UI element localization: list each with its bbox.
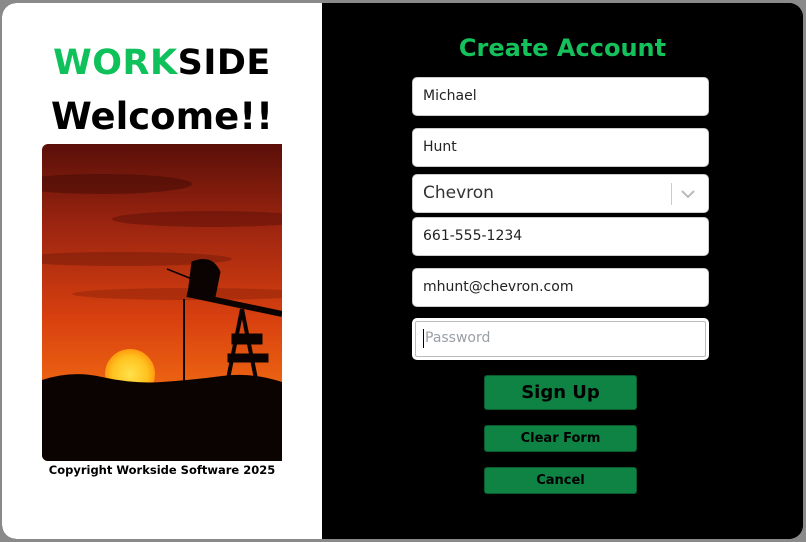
text-cursor xyxy=(423,329,424,348)
sign-up-button[interactable]: Sign Up xyxy=(484,375,637,410)
copyright-text: Copyright Workside Software 2025 xyxy=(48,463,276,477)
oil-pump-sunset-image xyxy=(42,144,282,461)
chevron-down-icon[interactable] xyxy=(678,175,698,212)
email-field[interactable]: mhunt@chevron.com xyxy=(412,268,709,307)
first-name-field[interactable]: Michael xyxy=(412,77,709,116)
signup-window: WORKSIDE Welcome!! Copyright Workside So… xyxy=(2,3,803,539)
brand-logo: WORKSIDE xyxy=(2,43,322,83)
cancel-button[interactable]: Cancel xyxy=(484,467,637,494)
phone-field[interactable]: 661-555-1234 xyxy=(412,217,709,256)
company-select[interactable]: Chevron xyxy=(412,174,709,213)
welcome-heading: Welcome!! xyxy=(50,95,274,138)
form-title: Create Account xyxy=(458,34,667,62)
welcome-panel: WORKSIDE Welcome!! Copyright Workside So… xyxy=(2,3,322,539)
clear-form-button[interactable]: Clear Form xyxy=(484,425,637,452)
brand-part-work: WORK xyxy=(53,43,178,83)
last-name-field[interactable]: Hunt xyxy=(412,128,709,167)
brand-part-side: SIDE xyxy=(177,43,271,83)
create-account-panel: Create Account Michael Hunt Chevron 661-… xyxy=(322,3,803,539)
company-selected-value: Chevron xyxy=(423,183,494,203)
password-field[interactable]: Password xyxy=(412,318,709,360)
password-placeholder: Password xyxy=(425,330,491,346)
select-separator xyxy=(671,183,672,205)
